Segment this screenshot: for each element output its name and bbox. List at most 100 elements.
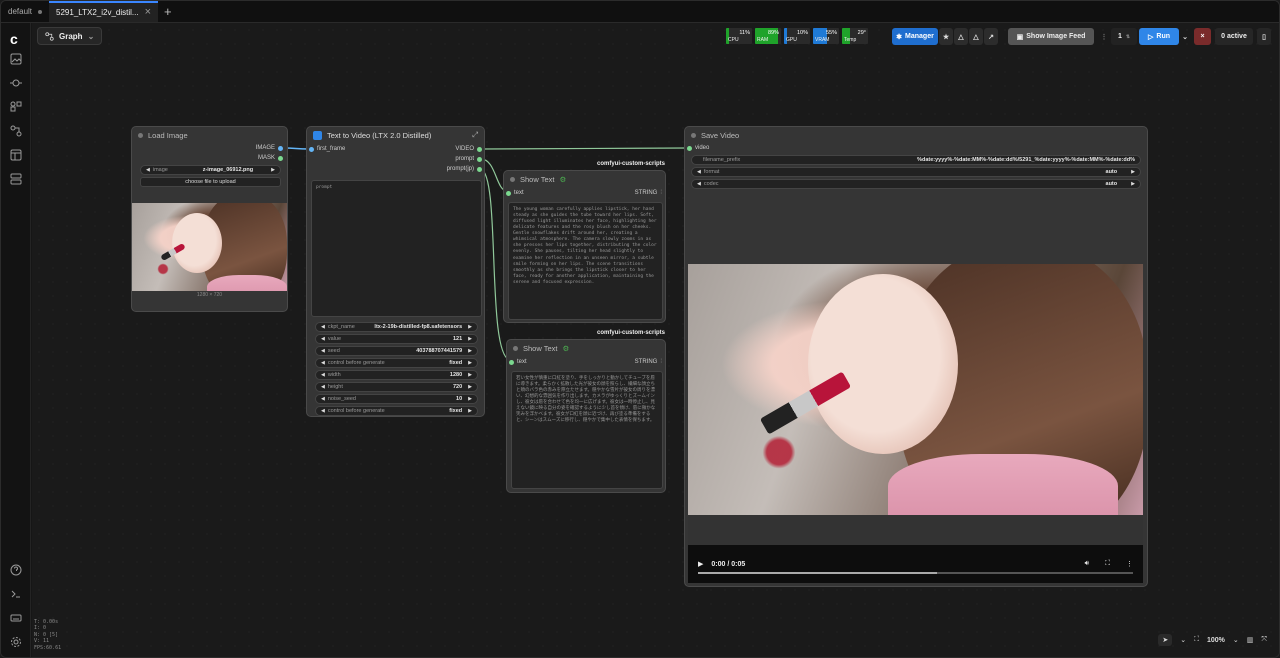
- triangle-icon: △: [958, 33, 964, 41]
- mask-socket-icon[interactable]: [278, 155, 283, 161]
- show-text-node[interactable]: Show Text ⚙ text STRING ⁞ 若い女性が慎重に口紅を塗り、手…: [506, 339, 666, 493]
- height-widget[interactable]: ◀ height 720 ▶: [315, 382, 478, 392]
- run-options-chevron-icon[interactable]: ⌄: [1180, 28, 1190, 45]
- collapse-dot-icon[interactable]: [691, 132, 696, 138]
- terminal-icon[interactable]: [10, 588, 22, 600]
- node-header[interactable]: Show Text ⚙: [504, 171, 665, 187]
- output-string[interactable]: STRING ⁞: [635, 190, 662, 196]
- tab-bar: default 5291_LTX2_i2v_distil... × +: [1, 1, 1279, 23]
- noise-seed-widget[interactable]: ◀ noise_seed 10 ▶: [315, 394, 478, 404]
- format-widget[interactable]: ◀ format auto ▶: [691, 167, 1141, 177]
- tab-label: default: [8, 7, 33, 16]
- comfy-logo-icon[interactable]: c: [10, 31, 18, 47]
- text-socket-icon[interactable]: [506, 190, 511, 196]
- prompt-socket-icon[interactable]: [477, 156, 482, 162]
- manager-button[interactable]: ✱ Manager: [892, 28, 938, 45]
- node-header[interactable]: Save Video: [685, 127, 1147, 143]
- queue-icon[interactable]: [10, 173, 22, 185]
- filename-prefix-widget[interactable]: filename_prefix %date:yyyy%-%date:MM%-%da…: [691, 155, 1141, 165]
- templates-icon[interactable]: [10, 149, 22, 161]
- expand-icon[interactable]: ⤢: [472, 130, 478, 140]
- left-arrow-icon[interactable]: ◀: [146, 167, 150, 173]
- collapse-dot-icon[interactable]: [510, 176, 515, 182]
- value-widget[interactable]: ◀ value 121 ▶: [315, 334, 478, 344]
- video-socket-icon[interactable]: [687, 145, 692, 151]
- tab-workflow[interactable]: 5291_LTX2_i2v_distil... ×: [49, 1, 159, 22]
- select-tool-icon[interactable]: ➤: [1158, 634, 1173, 646]
- ckpt-name-widget[interactable]: ◀ ckpt_name ltx-2-19b-distilled-fp8.safete…: [315, 322, 478, 332]
- image-socket-icon[interactable]: [278, 145, 283, 151]
- control-before-generate-widget[interactable]: ◀ control before generate fixed ▶: [315, 406, 478, 416]
- drag-handle-icon[interactable]: ⋮: [1100, 28, 1108, 45]
- active-queue-button[interactable]: 0 active: [1215, 28, 1253, 45]
- input-text[interactable]: text: [509, 359, 527, 365]
- models-icon[interactable]: [10, 101, 22, 113]
- tab-default[interactable]: default: [1, 1, 49, 22]
- video-preview[interactable]: [688, 264, 1143, 515]
- settings-gear-icon[interactable]: [10, 636, 22, 648]
- control-before-generate-widget[interactable]: ◀ control before generate fixed ▶: [315, 358, 478, 368]
- more-options-icon[interactable]: ⋮: [1126, 560, 1133, 568]
- image-combo-widget[interactable]: ◀ image z-image_06912.png ▶: [140, 165, 281, 175]
- model-button[interactable]: △: [954, 28, 968, 45]
- node-header[interactable]: Load Image: [132, 127, 287, 143]
- minimap-icon[interactable]: ▥: [1247, 636, 1254, 644]
- collapse-dot-icon[interactable]: [138, 132, 143, 138]
- volume-icon[interactable]: 🔊︎: [1085, 560, 1089, 568]
- fit-view-icon[interactable]: ⛶: [1194, 636, 1199, 644]
- output-prompt-jp[interactable]: prompt(jp): [447, 166, 482, 172]
- show-text-node[interactable]: Show Text ⚙ text STRING ⁞ The young woman…: [503, 170, 666, 323]
- width-widget[interactable]: ◀ width 1280 ▶: [315, 370, 478, 380]
- output-mask[interactable]: MASK: [258, 155, 283, 161]
- show-image-feed-button[interactable]: ▣ Show Image Feed: [1008, 28, 1094, 45]
- codec-widget[interactable]: ◀ codec auto ▶: [691, 179, 1141, 189]
- images-icon[interactable]: [10, 53, 22, 65]
- node-header[interactable]: Text to Video (LTX 2.0 Distilled) ⤢: [307, 127, 484, 143]
- share-button[interactable]: ↗: [984, 28, 998, 45]
- chevron-down-icon[interactable]: ⌄: [1233, 636, 1239, 644]
- link-visibility-icon[interactable]: ⤧: [1261, 636, 1267, 644]
- input-text[interactable]: text: [506, 190, 524, 196]
- save-video-node[interactable]: Save Video video filename_prefix %date:yy…: [684, 126, 1148, 587]
- graph-mode-button[interactable]: Graph ⌄: [37, 27, 103, 45]
- output-prompt[interactable]: prompt: [455, 156, 482, 162]
- prompt-textarea[interactable]: prompt: [311, 180, 482, 317]
- play-icon[interactable]: ▶: [698, 560, 703, 568]
- collapse-dot-icon[interactable]: [513, 345, 518, 351]
- video-socket-icon[interactable]: [477, 146, 482, 152]
- text-socket-icon[interactable]: [509, 359, 514, 365]
- input-video[interactable]: video: [687, 145, 709, 151]
- right-arrow-icon[interactable]: ▶: [271, 167, 275, 173]
- node-library-icon[interactable]: [10, 77, 22, 89]
- video-progress-track[interactable]: [698, 572, 1133, 574]
- node-title: Show Text: [520, 174, 555, 184]
- first-frame-socket-icon[interactable]: [309, 146, 314, 152]
- workflows-icon[interactable]: [10, 125, 22, 137]
- cancel-button[interactable]: ×: [1194, 28, 1211, 45]
- output-string[interactable]: STRING ⁞: [635, 359, 662, 365]
- unsaved-dot-icon: [38, 9, 43, 14]
- tab-label: 5291_LTX2_i2v_distil...: [56, 8, 139, 17]
- close-icon[interactable]: ×: [145, 7, 151, 18]
- toggle-panel-button[interactable]: ▯: [1257, 28, 1271, 45]
- load-image-node[interactable]: Load Image IMAGE MASK ◀ image z-image_06…: [131, 126, 288, 312]
- output-image[interactable]: IMAGE: [256, 145, 283, 151]
- queue-count-stepper[interactable]: 1 ⇅: [1111, 28, 1137, 45]
- fullscreen-icon[interactable]: ⛶: [1105, 560, 1110, 568]
- new-tab-button[interactable]: +: [158, 1, 178, 22]
- prompt-jp-socket-icon[interactable]: [477, 166, 482, 172]
- help-icon[interactable]: [10, 564, 22, 576]
- text-to-video-node[interactable]: Text to Video (LTX 2.0 Distilled) ⤢ firs…: [306, 126, 485, 417]
- zoom-level[interactable]: 100%: [1207, 637, 1225, 644]
- node-header[interactable]: Show Text ⚙: [507, 340, 665, 356]
- upload-button[interactable]: choose file to upload: [140, 177, 281, 187]
- star-button[interactable]: ★: [939, 28, 953, 45]
- close-icon: ×: [1200, 33, 1205, 40]
- run-button[interactable]: ▷ Run: [1139, 28, 1179, 45]
- input-first-frame[interactable]: first_frame: [309, 146, 345, 152]
- chevron-down-icon[interactable]: ⌄: [1180, 636, 1186, 644]
- output-video[interactable]: VIDEO: [455, 146, 482, 152]
- seed-widget[interactable]: ◀ seed 403788707441579 ▶: [315, 346, 478, 356]
- model-alt-button[interactable]: △: [969, 28, 983, 45]
- keyboard-icon[interactable]: [10, 612, 22, 624]
